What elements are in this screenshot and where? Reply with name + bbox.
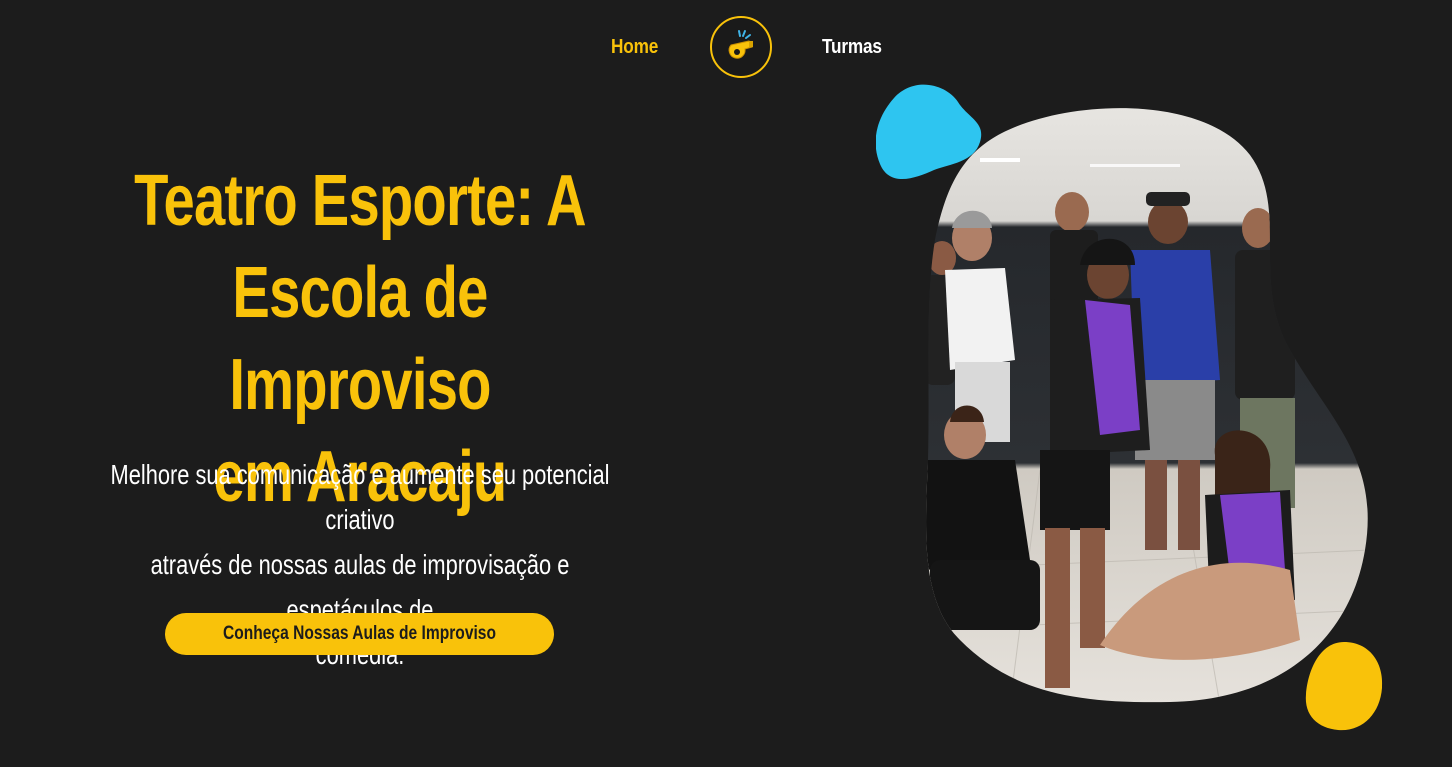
top-nav: Home Turmas — [0, 8, 1452, 78]
nav-home-link[interactable]: Home — [611, 36, 658, 59]
decorative-yellow-blob — [1305, 642, 1383, 731]
hero-group-photo — [926, 108, 1368, 703]
cta-label: Conheça Nossas Aulas de Improviso — [222, 623, 497, 644]
whistle-icon — [728, 30, 753, 59]
hero-subtitle-line: Melhore sua comunicação e aumente seu po… — [110, 459, 610, 535]
hero-title-line: Escola de Improviso — [229, 253, 491, 425]
logo[interactable] — [710, 16, 772, 78]
cta-aulas-button[interactable]: Conheça Nossas Aulas de Improviso — [165, 613, 554, 655]
nav-turmas-link[interactable]: Turmas — [822, 36, 882, 59]
page: Home Turmas Teatro Esporte: A Escola de … — [0, 0, 1452, 767]
decorative-blue-blob — [876, 84, 982, 180]
hero-title-line: Teatro Esporte: A — [134, 161, 586, 241]
